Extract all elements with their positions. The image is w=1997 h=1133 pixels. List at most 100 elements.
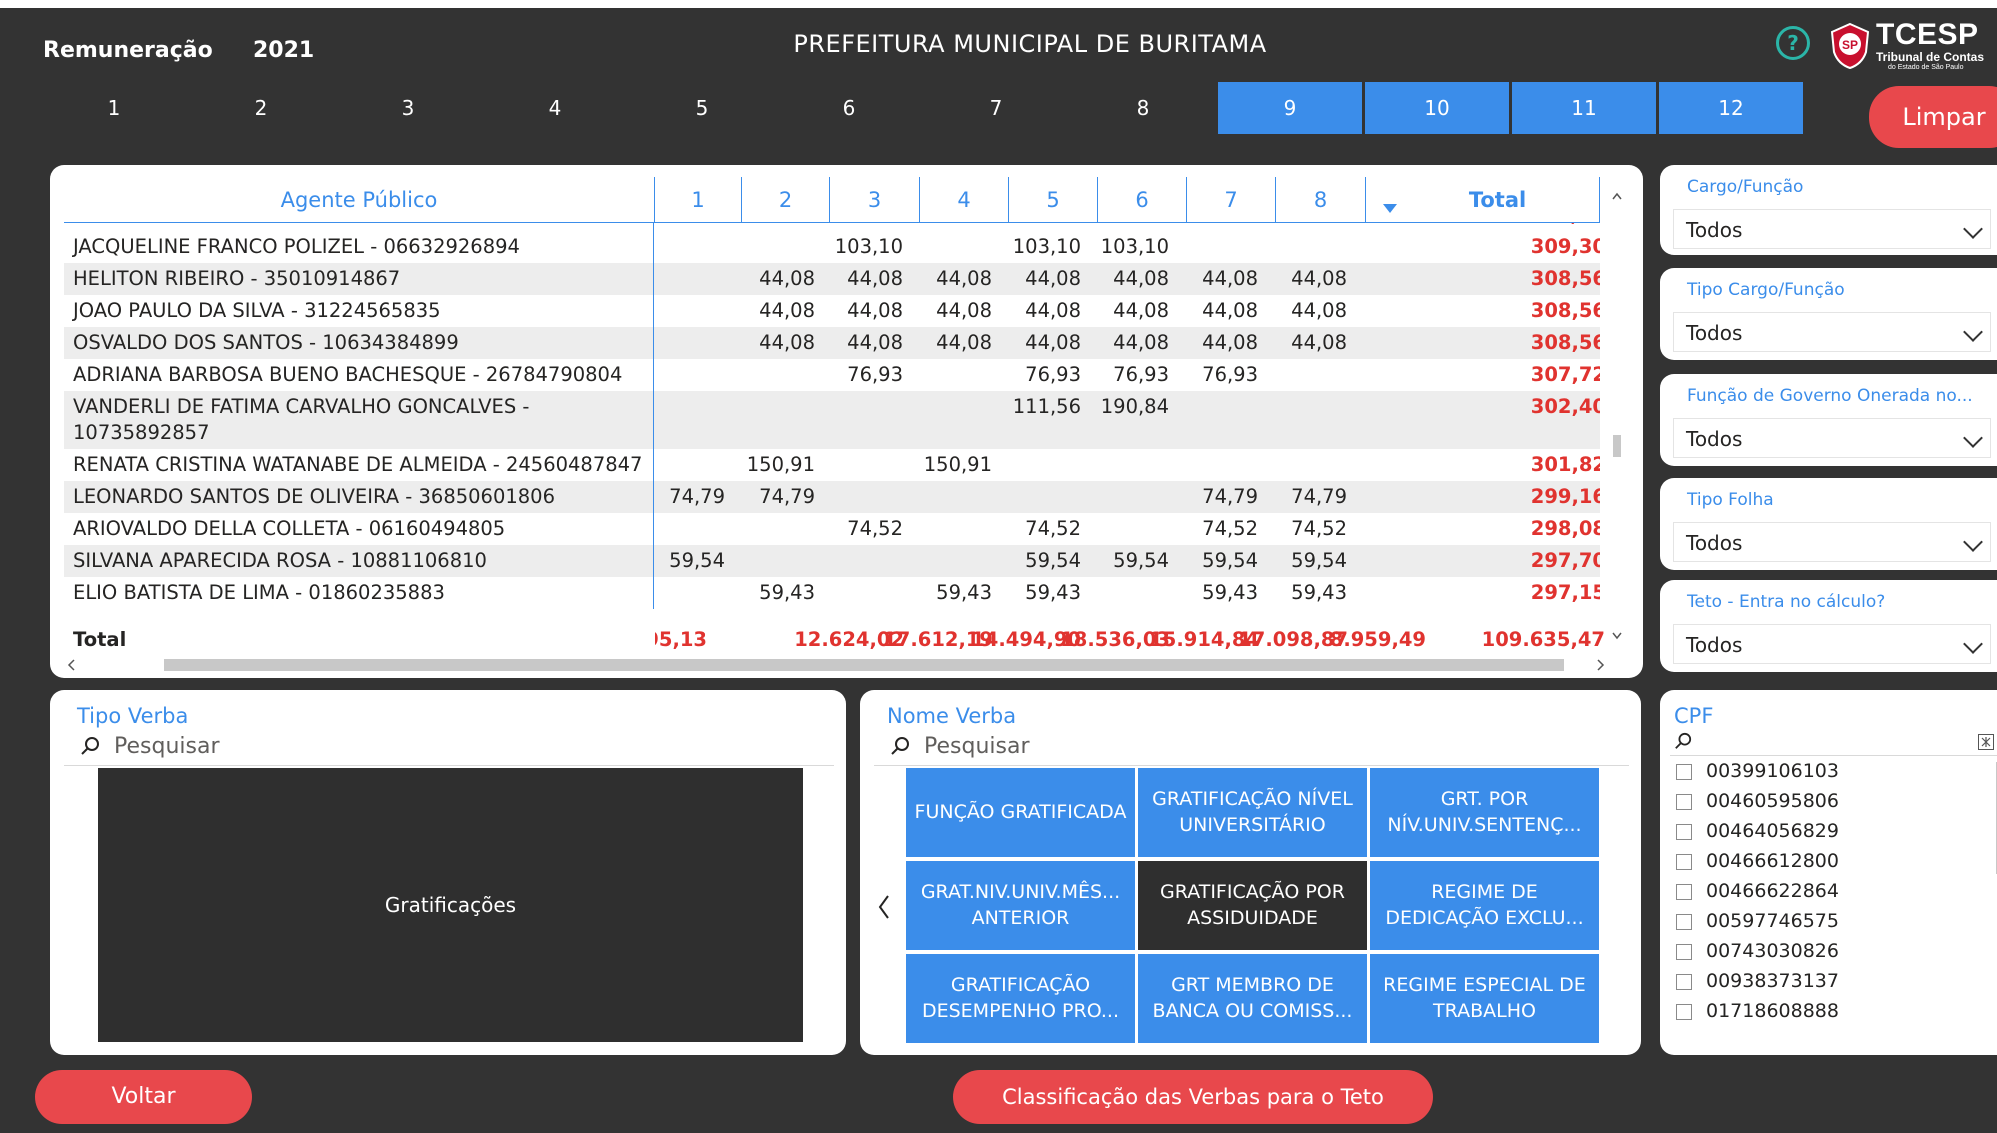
verba-tile[interactable]: FUNÇÃO GRATIFICADA bbox=[906, 768, 1135, 857]
remuneracao-table: Agente Público12345678Total VILSON BARBO… bbox=[50, 165, 1643, 678]
month-button-1[interactable]: 1 bbox=[42, 82, 186, 134]
scroll-right-icon[interactable] bbox=[1594, 657, 1608, 673]
clear-search-icon[interactable] bbox=[1978, 734, 1994, 750]
month-value: 44,08 bbox=[1202, 331, 1258, 354]
checkbox[interactable] bbox=[1676, 884, 1692, 900]
chevron-down-icon[interactable] bbox=[1963, 634, 1983, 654]
limpar-button[interactable]: Limpar bbox=[1869, 86, 1997, 148]
table-row[interactable]: ELIO BATISTA DE LIMA - 01860235883 59,43 5… bbox=[64, 577, 1600, 609]
chevron-left-icon[interactable] bbox=[876, 893, 892, 921]
table-row[interactable]: HELITON RIBEIRO - 35010914867 44,08 44,08 4… bbox=[64, 263, 1600, 295]
month-button-12[interactable]: 12 bbox=[1659, 82, 1803, 134]
month-button-11[interactable]: 11 bbox=[1512, 82, 1656, 134]
svg-text:SP: SP bbox=[1842, 38, 1858, 52]
chevron-down-icon[interactable] bbox=[1963, 428, 1983, 448]
scroll-thumb-horizontal[interactable] bbox=[164, 659, 1564, 671]
tipo-verba-item[interactable]: Gratificações bbox=[98, 768, 803, 1042]
slicer-dropdown[interactable]: Todos bbox=[1673, 522, 1991, 562]
month-button-10[interactable]: 10 bbox=[1365, 82, 1509, 134]
verba-tile[interactable]: REGIME ESPECIAL DE TRABALHO bbox=[1370, 954, 1599, 1043]
verba-tile[interactable]: GRATIFICAÇÃO NÍVEL UNIVERSITÁRIO bbox=[1138, 768, 1367, 857]
checkbox[interactable] bbox=[1676, 764, 1692, 780]
sort-desc-icon[interactable] bbox=[1382, 203, 1398, 215]
classificacao-button[interactable]: Classificação das Verbas para o Teto bbox=[953, 1070, 1433, 1124]
month-button-2[interactable]: 2 bbox=[189, 82, 333, 134]
vertical-scrollbar[interactable] bbox=[1610, 185, 1624, 645]
month-button-4[interactable]: 4 bbox=[483, 82, 627, 134]
column-header-month-6[interactable]: 6 bbox=[1098, 177, 1187, 223]
column-header-month-1[interactable]: 1 bbox=[655, 177, 742, 223]
month-value: 103,10 bbox=[1100, 235, 1169, 258]
table-body[interactable]: VILSON BARBOSA DE ALMEIDA - 06165995806 3… bbox=[64, 223, 1600, 640]
slicer-dropdown[interactable]: Todos bbox=[1673, 312, 1991, 352]
row-total: 309,30 bbox=[1530, 235, 1600, 258]
column-header-month-8[interactable]: 8 bbox=[1276, 177, 1366, 223]
nome-verba-search[interactable]: Pesquisar bbox=[874, 732, 1629, 766]
column-header-month-7[interactable]: 7 bbox=[1187, 177, 1276, 223]
column-header-month-4[interactable]: 4 bbox=[920, 177, 1009, 223]
cpf-slicer: CPF 00399106103 00460595806 00464056829 004… bbox=[1660, 690, 1997, 1055]
column-header-month-2[interactable]: 2 bbox=[742, 177, 830, 223]
slicer-title: Tipo Cargo/Função bbox=[1687, 280, 1845, 300]
month-value: 103,10 bbox=[834, 235, 903, 258]
month-value: 44,08 bbox=[1202, 299, 1258, 322]
verba-tile[interactable]: GRAT.NIV.UNIV.MÊS... ANTERIOR bbox=[906, 861, 1135, 950]
verba-tile[interactable]: GRT MEMBRO DE BANCA OU COMISS... bbox=[1138, 954, 1367, 1043]
slicer-1: Cargo/Função Todos bbox=[1660, 165, 1997, 255]
column-header-agente[interactable]: Agente Público bbox=[64, 177, 655, 223]
month-value: 76,93 bbox=[1202, 363, 1258, 386]
table-row[interactable]: VILSON BARBOSA DE ALMEIDA - 061659958063… bbox=[64, 223, 1600, 231]
month-button-9[interactable]: 9 bbox=[1218, 82, 1362, 134]
horizontal-scrollbar[interactable] bbox=[64, 655, 1624, 673]
slicer-dropdown[interactable]: Todos bbox=[1673, 418, 1991, 458]
verba-tile[interactable]: REGIME DE DEDICAÇÃO EXCLU... bbox=[1370, 861, 1599, 950]
month-value: 44,08 bbox=[1025, 331, 1081, 354]
month-button-5[interactable]: 5 bbox=[630, 82, 774, 134]
chevron-down-icon[interactable] bbox=[1963, 322, 1983, 342]
checkbox[interactable] bbox=[1676, 854, 1692, 870]
month-button-6[interactable]: 6 bbox=[777, 82, 921, 134]
table-row[interactable]: RENATA CRISTINA WATANABE DE ALMEIDA - 24… bbox=[64, 449, 1600, 481]
logo-name: TCESP bbox=[1876, 18, 1979, 51]
table-row[interactable]: JACQUELINE FRANCO POLIZEL - 06632926894 1… bbox=[64, 231, 1600, 263]
slicer-dropdown[interactable]: Todos bbox=[1673, 624, 1991, 664]
month-button-3[interactable]: 3 bbox=[336, 82, 480, 134]
voltar-button[interactable]: Voltar bbox=[35, 1070, 252, 1124]
table-row[interactable]: JOAO PAULO DA SILVA - 31224565835 44,08 44… bbox=[64, 295, 1600, 327]
table-row[interactable]: ADRIANA BARBOSA BUENO BACHESQUE - 267847… bbox=[64, 359, 1600, 391]
checkbox[interactable] bbox=[1676, 794, 1692, 810]
checkbox[interactable] bbox=[1676, 914, 1692, 930]
checkbox[interactable] bbox=[1676, 974, 1692, 990]
cpf-label: 00743030826 bbox=[1706, 940, 1839, 962]
table-row[interactable]: SILVANA APARECIDA ROSA - 10881106810 59,5… bbox=[64, 545, 1600, 577]
tipo-verba-search[interactable]: Pesquisar bbox=[64, 732, 834, 766]
help-icon[interactable]: ? bbox=[1776, 26, 1810, 60]
table-row[interactable]: VANDERLI DE FATIMA CARVALHO GONCALVES - … bbox=[64, 391, 1600, 449]
table-row[interactable]: LEONARDO SANTOS DE OLIVEIRA - 3685060180… bbox=[64, 481, 1600, 513]
column-header-total[interactable]: Total bbox=[1366, 177, 1600, 223]
month-button-7[interactable]: 7 bbox=[924, 82, 1068, 134]
verba-tile[interactable]: GRATIFICAÇÃO POR ASSIDUIDADE bbox=[1138, 861, 1367, 950]
verba-tile[interactable]: GRATIFICAÇÃO DESEMPENHO PRO... bbox=[906, 954, 1135, 1043]
table-row[interactable]: ARIOVALDO DELLA COLLETA - 06160494805 74,… bbox=[64, 513, 1600, 545]
scroll-up-icon bbox=[1612, 192, 1622, 200]
chevron-down-icon[interactable] bbox=[1963, 219, 1983, 239]
verba-tile[interactable]: GRT. POR NÍV.UNIV.SENTENÇ... bbox=[1370, 768, 1599, 857]
row-total: 308,56 bbox=[1530, 267, 1600, 290]
table-row[interactable]: OSVALDO DOS SANTOS - 10634384899 44,08 44,… bbox=[64, 327, 1600, 359]
month-value: 74,79 bbox=[669, 485, 725, 508]
cpf-search[interactable] bbox=[1670, 730, 1997, 756]
month-value: 59,43 bbox=[1291, 581, 1347, 604]
month-button-8[interactable]: 8 bbox=[1071, 82, 1215, 134]
nome-verba-title: Nome Verba bbox=[887, 704, 1017, 728]
slicer-dropdown[interactable]: Todos bbox=[1673, 209, 1991, 249]
slicer-title: Tipo Folha bbox=[1687, 490, 1774, 510]
checkbox[interactable] bbox=[1676, 824, 1692, 840]
column-header-month-5[interactable]: 5 bbox=[1009, 177, 1098, 223]
chevron-down-icon[interactable] bbox=[1963, 532, 1983, 552]
checkbox[interactable] bbox=[1676, 1004, 1692, 1020]
checkbox[interactable] bbox=[1676, 944, 1692, 960]
column-header-month-3[interactable]: 3 bbox=[830, 177, 920, 223]
scroll-left-icon[interactable] bbox=[64, 657, 78, 673]
scroll-down-icon bbox=[1612, 632, 1622, 640]
